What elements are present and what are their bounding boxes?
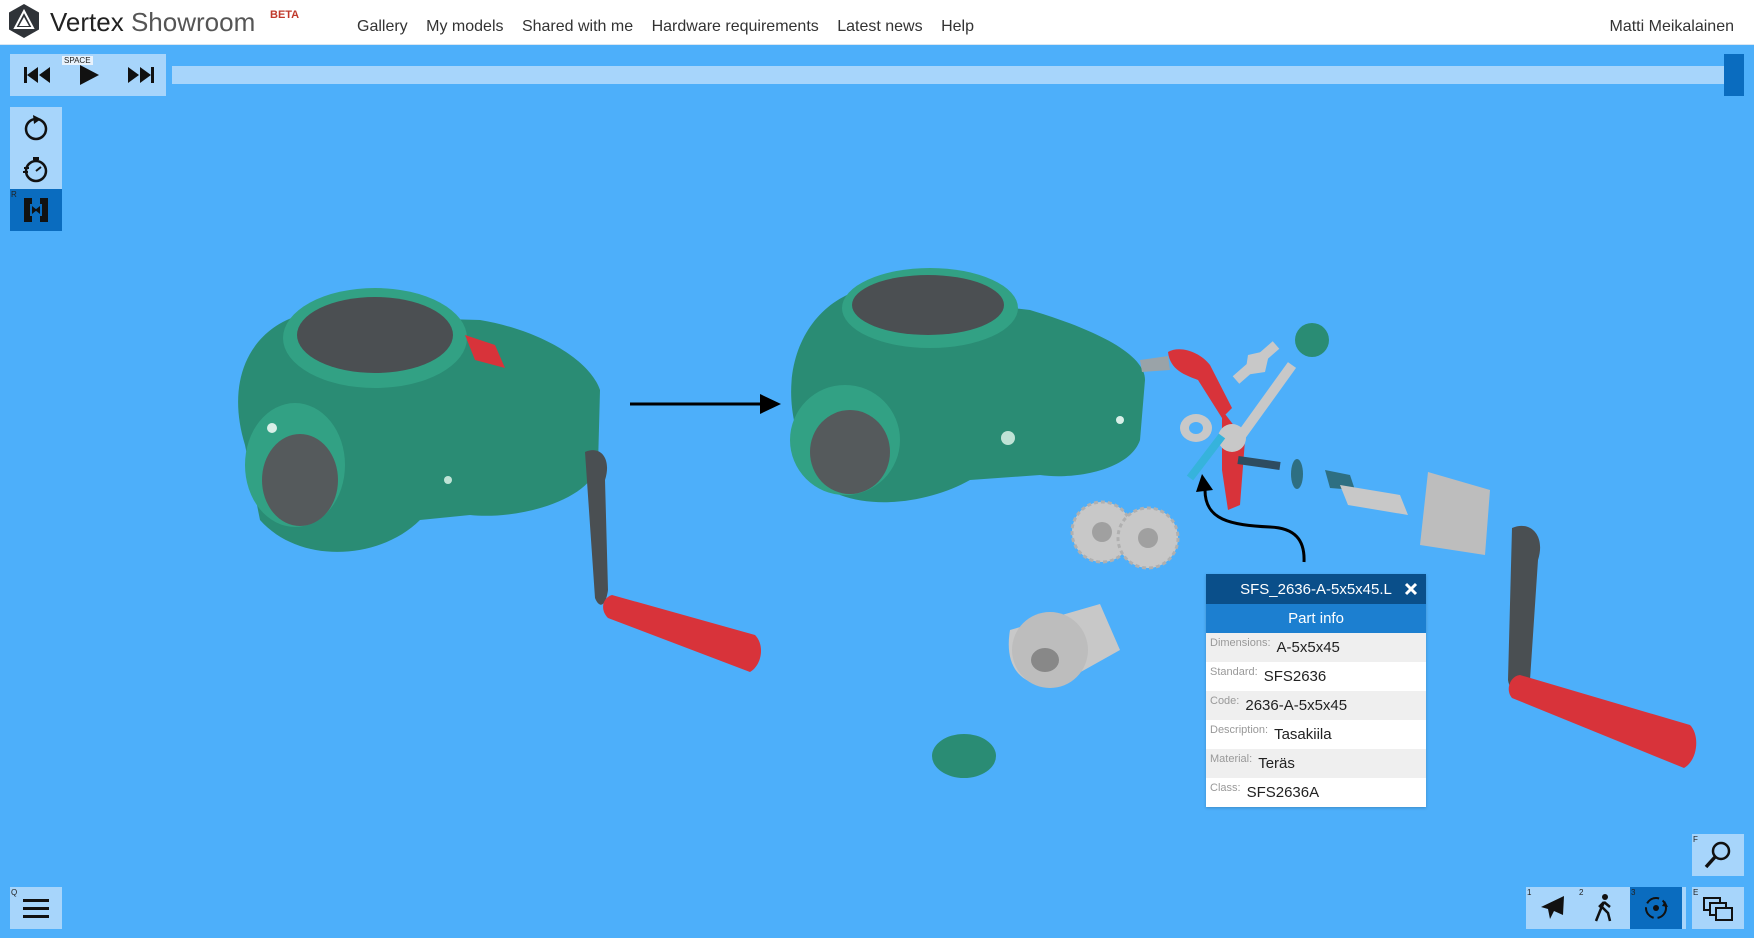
- assembled-housing[interactable]: [238, 288, 601, 552]
- gears[interactable]: [932, 500, 1180, 778]
- airplane-icon: [1541, 896, 1564, 919]
- timer-button[interactable]: [10, 148, 62, 190]
- search-icon: [1704, 841, 1731, 869]
- stopwatch-icon: [23, 157, 48, 183]
- close-icon: [1404, 582, 1418, 596]
- layered-views-icon: [1703, 897, 1733, 921]
- saved-views-button[interactable]: [1692, 887, 1744, 929]
- orbit-mode-button[interactable]: [1630, 887, 1682, 929]
- part-properties: Dimensions: A-5x5x45 Standard: SFS2636 Cod…: [1206, 633, 1426, 807]
- property-label: Material:: [1210, 752, 1253, 765]
- property-value: A-5x5x45: [1276, 639, 1340, 656]
- property-row: Code: 2636-A-5x5x45: [1206, 691, 1426, 720]
- fly-mode-button[interactable]: [1526, 887, 1578, 929]
- property-row: Material: Teräs: [1206, 749, 1426, 778]
- fly-key-hint: 1: [1527, 888, 1532, 897]
- property-label: Code:: [1210, 694, 1240, 707]
- skip-to-start-button[interactable]: [20, 60, 54, 90]
- animation-timeline[interactable]: [172, 66, 1726, 84]
- callout-arrow: [1196, 474, 1306, 563]
- orbit-icon: [1645, 897, 1668, 919]
- main-menu-button[interactable]: [10, 887, 62, 929]
- fit-frame-icon: [24, 198, 48, 222]
- space-key-hint: SPACE: [62, 56, 93, 65]
- rotate-reset-icon: [24, 115, 48, 141]
- property-value: Tasakiila: [1274, 726, 1332, 743]
- fit-to-view-button[interactable]: [10, 189, 62, 231]
- skip-back-icon: [24, 67, 50, 83]
- skip-forward-icon: [128, 67, 154, 83]
- part-info-panel: SFS_2636-A-5x5x45.L Part info Dimensions…: [1206, 574, 1426, 807]
- property-label: Class:: [1210, 781, 1241, 794]
- transition-arrow: [630, 394, 781, 414]
- property-row: Class: SFS2636A: [1206, 778, 1426, 807]
- property-row: Standard: SFS2636: [1206, 662, 1426, 691]
- property-value: SFS2636: [1263, 668, 1327, 685]
- property-label: Standard:: [1210, 665, 1258, 678]
- part-panel-header: SFS_2636-A-5x5x45.L: [1206, 574, 1426, 604]
- model-viewport[interactable]: [0, 0, 1754, 938]
- close-panel-button[interactable]: [1396, 574, 1426, 604]
- property-value: Teräs: [1258, 755, 1295, 772]
- property-value: 2636-A-5x5x45: [1245, 697, 1348, 714]
- property-label: Dimensions:: [1210, 636, 1271, 649]
- reset-view-button[interactable]: [10, 107, 62, 149]
- walk-key-hint: 2: [1579, 888, 1584, 897]
- left-toolbar: [10, 107, 62, 231]
- timeline-handle[interactable]: [1724, 54, 1744, 96]
- orbit-key-hint: 3: [1631, 888, 1636, 897]
- play-icon: [80, 65, 99, 85]
- navigation-modes: [1526, 887, 1686, 929]
- views-key-hint: E: [1693, 888, 1699, 897]
- property-row: Description: Tasakiila: [1206, 720, 1426, 749]
- walk-mode-button[interactable]: [1578, 887, 1630, 929]
- search-key-hint: F: [1693, 835, 1698, 844]
- part-info-tab[interactable]: Part info: [1206, 604, 1426, 633]
- menu-key-hint: Q: [11, 888, 18, 897]
- exploded-housing[interactable]: [790, 268, 1145, 503]
- search-button[interactable]: [1692, 834, 1744, 876]
- skip-to-end-button[interactable]: [124, 60, 158, 90]
- fit-key-hint: R: [11, 190, 17, 199]
- assembled-crank-handle[interactable]: [585, 450, 762, 672]
- walking-person-icon: [1594, 894, 1612, 922]
- part-name: SFS_2636-A-5x5x45.L: [1240, 580, 1392, 598]
- property-label: Description:: [1210, 723, 1269, 736]
- property-value: SFS2636A: [1246, 784, 1320, 801]
- property-row: Dimensions: A-5x5x45: [1206, 633, 1426, 662]
- hamburger-icon: [23, 899, 49, 918]
